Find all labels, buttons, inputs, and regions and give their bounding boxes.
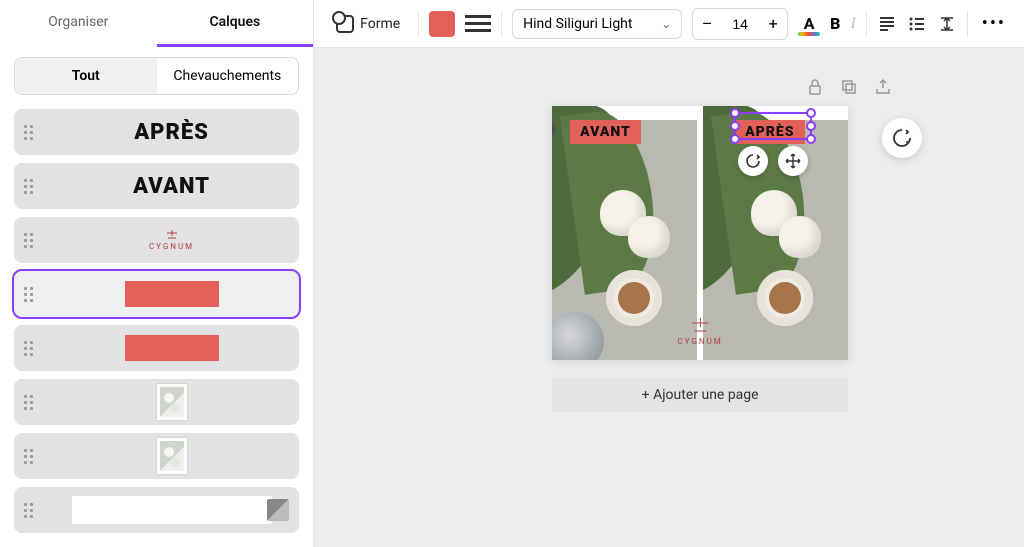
lock-icon[interactable] (806, 78, 826, 98)
drag-handle-icon[interactable] (24, 125, 40, 140)
align-button[interactable] (877, 14, 897, 34)
layer-image-2[interactable] (14, 433, 299, 479)
export-icon[interactable] (874, 78, 894, 98)
before-half: Ok AVANT (552, 106, 697, 360)
drag-handle-icon[interactable] (24, 395, 40, 410)
layer-label: APRÈS (134, 120, 209, 145)
move-button[interactable] (778, 146, 808, 176)
image-thumbnail (157, 384, 187, 420)
layer-image-1[interactable] (14, 379, 299, 425)
layers-panel: Organiser Calques Tout Chevauchements AP… (0, 0, 314, 547)
shape-icon (336, 15, 354, 33)
logo-thumbnail: CYGNUM (149, 230, 194, 251)
layer-text-apres[interactable]: APRÈS (14, 109, 299, 155)
shape-swatch (125, 335, 219, 361)
drag-handle-icon[interactable] (24, 449, 40, 464)
layer-label: AVANT (133, 174, 210, 199)
filter-overlaps[interactable]: Chevauchements (157, 58, 299, 94)
color-bar (798, 32, 820, 36)
layers-list: APRÈS AVANT CYGNUM (0, 105, 313, 547)
shape-tool[interactable]: Forme (328, 9, 408, 39)
border-style[interactable] (465, 11, 491, 37)
drag-handle-icon[interactable] (24, 287, 40, 302)
font-size-decrease[interactable]: – (693, 9, 721, 39)
editor-area: Forme Hind Siliguri Light ⌄ – + A B I (314, 0, 1024, 547)
drag-handle-icon[interactable] (24, 503, 40, 518)
layer-filter: Tout Chevauchements (0, 47, 313, 105)
font-name: Hind Siliguri Light (523, 16, 632, 32)
fill-color[interactable] (429, 11, 455, 37)
rotate-button[interactable] (738, 146, 768, 176)
chevron-down-icon: ⌄ (661, 17, 671, 31)
layer-text-avant[interactable]: AVANT (14, 163, 299, 209)
layer-logo[interactable]: CYGNUM (14, 217, 299, 263)
bg-thumbnail (72, 496, 272, 524)
layer-shape-red-1[interactable] (14, 271, 299, 317)
selection-box[interactable] (734, 112, 812, 140)
before-label[interactable]: AVANT (570, 120, 641, 144)
font-size-input[interactable] (721, 16, 759, 32)
center-logo: CYGNUM (678, 318, 723, 346)
font-size-increase[interactable]: + (759, 9, 787, 39)
shape-label: Forme (360, 16, 400, 32)
tab-organize[interactable]: Organiser (0, 0, 157, 47)
divider (418, 12, 419, 36)
font-family-select[interactable]: Hind Siliguri Light ⌄ (512, 9, 682, 39)
layer-background[interactable] (14, 487, 299, 533)
context-toolbar: Forme Hind Siliguri Light ⌄ – + A B I (314, 0, 1024, 48)
image-thumbnail (157, 438, 187, 474)
layer-shape-red-2[interactable] (14, 325, 299, 371)
text-color[interactable]: A (798, 14, 820, 33)
page-actions (806, 78, 894, 98)
spacing-button[interactable] (937, 14, 957, 34)
drag-handle-icon[interactable] (24, 341, 40, 356)
canvas[interactable]: Ok AVANT APRÈS CYGNUM (314, 48, 1024, 547)
filter-all[interactable]: Tout (15, 58, 157, 94)
divider (967, 12, 968, 36)
italic-button[interactable]: I (850, 15, 855, 33)
resize-handle[interactable] (730, 108, 740, 118)
resize-handle[interactable] (806, 121, 816, 131)
photo-before (552, 120, 697, 360)
text-color-letter: A (804, 14, 815, 33)
panel-tabs: Organiser Calques (0, 0, 313, 47)
list-button[interactable] (907, 14, 927, 34)
magic-button[interactable] (882, 118, 922, 158)
bold-button[interactable]: B (830, 14, 840, 33)
tab-layers[interactable]: Calques (157, 0, 314, 47)
gradient-icon (267, 499, 289, 521)
divider (501, 12, 502, 36)
divider (866, 12, 867, 36)
more-button[interactable]: ••• (978, 13, 1010, 34)
duplicate-icon[interactable] (840, 78, 860, 98)
design-page[interactable]: Ok AVANT APRÈS CYGNUM (552, 106, 848, 360)
add-page-button[interactable]: + Ajouter une page (552, 378, 848, 412)
drag-handle-icon[interactable] (24, 233, 40, 248)
font-size-stepper: – + (692, 8, 788, 40)
shape-swatch (125, 281, 219, 307)
drag-handle-icon[interactable] (24, 179, 40, 194)
resize-handle[interactable] (730, 121, 740, 131)
